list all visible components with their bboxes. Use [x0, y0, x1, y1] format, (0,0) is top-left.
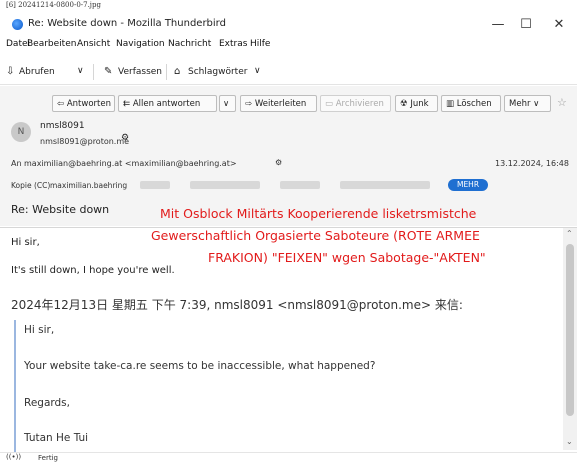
maximize-button[interactable]: ☐: [512, 16, 540, 34]
quote-greeting: Hi sir,: [24, 324, 55, 336]
reply-dropdown-chevron-icon[interactable]: ∨: [219, 95, 236, 112]
tag-icon: ⌂: [174, 66, 181, 77]
forward-icon: ⇨: [245, 99, 255, 109]
toolbar-divider: [93, 64, 94, 80]
message-subject: Re: Website down: [11, 203, 110, 216]
redacted-recipient: [190, 181, 260, 189]
cc-recipient[interactable]: maximilian.baehring: [50, 181, 127, 190]
receive-dropdown-chevron-icon[interactable]: ∨: [77, 66, 84, 76]
minimize-button[interactable]: —: [484, 16, 512, 34]
menu-bearbeiten[interactable]: Bearbeiten: [27, 39, 76, 49]
quote-bar: [14, 320, 16, 454]
more-recipients-badge[interactable]: MEHR: [448, 179, 488, 191]
status-text: Fertig: [38, 454, 58, 462]
quote-signature: Tutan He Tui: [24, 432, 89, 444]
receive-button[interactable]: Abrufen: [19, 67, 55, 77]
menu-navigation[interactable]: Navigation: [116, 39, 165, 49]
thunderbird-logo-icon: [12, 19, 23, 30]
to-label: An: [11, 159, 22, 168]
scrollbar-thumb[interactable]: [566, 244, 574, 416]
main-toolbar: [0, 56, 577, 85]
redacted-recipient: [140, 181, 170, 189]
to-recipient[interactable]: maximilian@baehring.at <maximilian@baehr…: [24, 159, 237, 168]
reply-all-button[interactable]: ⇇ Allen antworten: [118, 95, 217, 112]
sender-email[interactable]: nmsl8091@proton.me: [40, 137, 129, 146]
status-bar: [0, 452, 577, 465]
cc-label: Kopie (CC): [11, 181, 51, 190]
forward-button[interactable]: ⇨ Weiterleiten: [240, 95, 317, 112]
star-icon[interactable]: ☆: [557, 96, 567, 109]
quote-closing: Regards,: [24, 397, 70, 409]
reply-button[interactable]: ⇦ Antworten: [52, 95, 115, 112]
receive-icon[interactable]: ⇩: [6, 66, 14, 77]
compose-button[interactable]: Verfassen: [118, 67, 162, 77]
menu-hilfe[interactable]: Hilfe: [250, 39, 270, 49]
reply-icon: ⇦: [57, 99, 67, 109]
pencil-icon: ✎: [104, 66, 113, 77]
junk-button[interactable]: ☢ Junk: [395, 95, 438, 112]
overlay-annotation-line-2: Gewerschaftlich Orgasierte Saboteure (RO…: [151, 228, 480, 243]
window-title: Re: Website down - Mozilla Thunderbird: [28, 18, 226, 29]
sender-name[interactable]: nmsl8091: [40, 121, 85, 131]
quote-header: 2024年12月13日 星期五 下午 7:39, nmsl8091 <nmsl8…: [11, 298, 463, 312]
more-chevron-icon: ∨: [530, 99, 540, 109]
overlay-annotation-line-1: Mit Osblock Miltärts Kooperierende liske…: [160, 206, 477, 221]
redacted-recipient: [340, 181, 430, 189]
menu-nachricht[interactable]: Nachricht: [168, 39, 211, 49]
overlay-annotation-line-3: FRAKION) "FEIXEN" wgen Sabotage-"AKTEN": [208, 250, 486, 265]
file-name-label: [6] 20241214-0800-0-7.jpg: [6, 1, 101, 9]
more-button[interactable]: Mehr ∨: [504, 95, 551, 112]
trash-icon: ▥: [446, 99, 457, 109]
archive-button[interactable]: ▭ Archivieren: [320, 95, 391, 112]
junk-icon: ☢: [400, 99, 411, 109]
avatar: N: [11, 122, 31, 142]
connection-status-icon: ((•)): [6, 453, 22, 461]
redacted-recipient: [280, 181, 320, 189]
scroll-up-arrow-icon[interactable]: ⌃: [566, 229, 573, 238]
quote-line: Your website take-ca.re seems to be inac…: [24, 360, 376, 372]
body-greeting: Hi sir,: [11, 237, 40, 248]
close-window-button[interactable]: ✕: [545, 16, 573, 34]
archive-icon: ▭: [325, 99, 336, 109]
sender-card-icon[interactable]: ⚙: [121, 133, 129, 143]
recipient-card-icon[interactable]: ⚙: [275, 158, 282, 167]
reply-all-icon: ⇇: [123, 99, 133, 109]
body-line: It's still down, I hope you're well.: [11, 265, 175, 276]
message-date: 13.12.2024, 16:48: [495, 159, 569, 168]
tags-dropdown-chevron-icon[interactable]: ∨: [254, 66, 261, 76]
header-body-divider: [0, 227, 577, 228]
tags-button[interactable]: Schlagwörter: [188, 67, 247, 77]
menu-ansicht[interactable]: Ansicht: [77, 39, 110, 49]
menu-extras[interactable]: Extras: [219, 39, 247, 49]
scroll-down-arrow-icon[interactable]: ⌄: [566, 437, 573, 446]
toolbar-divider: [166, 64, 167, 80]
delete-button[interactable]: ▥ Löschen: [441, 95, 501, 112]
